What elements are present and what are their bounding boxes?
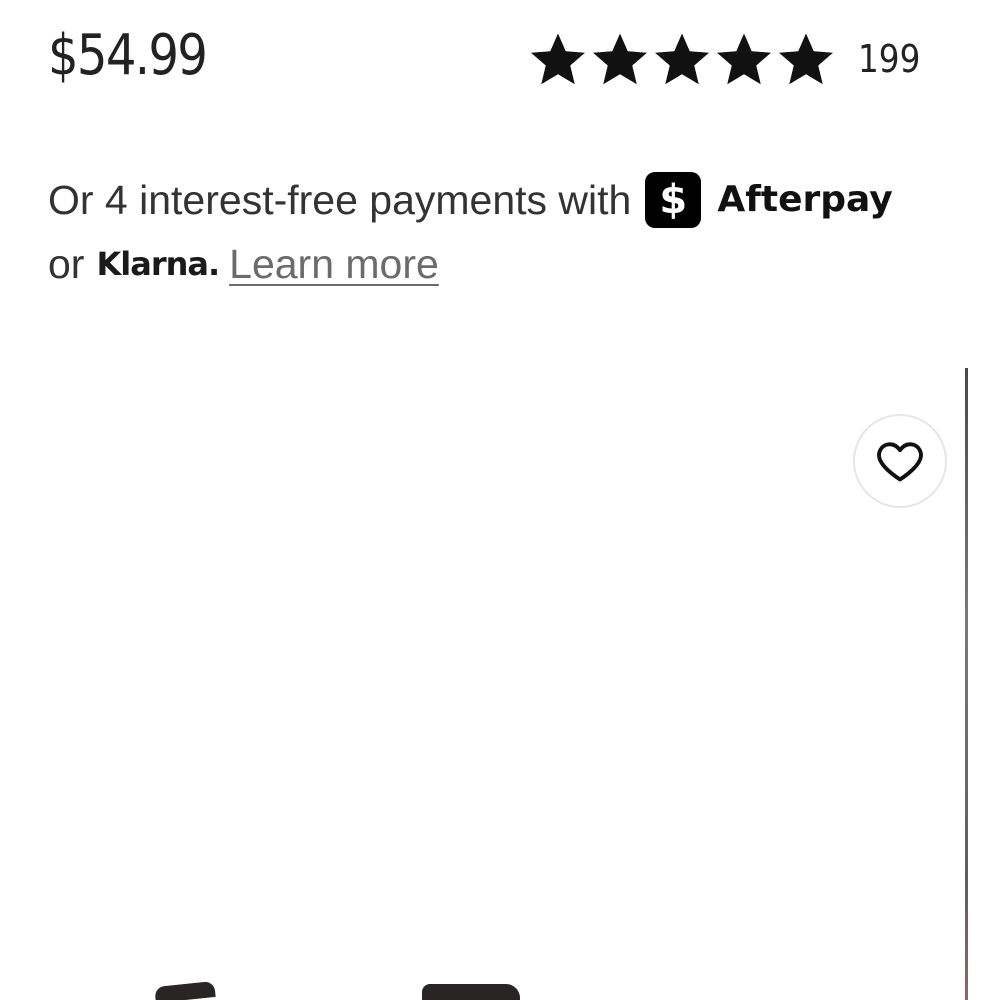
heart-icon bbox=[877, 442, 923, 482]
star-icon bbox=[655, 33, 709, 85]
afterpay-wordmark: Afterpay bbox=[717, 179, 893, 220]
klarna-logo: Klarna. bbox=[96, 245, 220, 283]
product-price: $54.99 bbox=[48, 23, 208, 88]
installment-line-1: Or 4 interest-free payments with $ After… bbox=[48, 168, 948, 232]
afterpay-logo: $ Afterpay bbox=[645, 168, 893, 232]
product-image-gallery[interactable] bbox=[0, 360, 966, 1000]
star-icon bbox=[531, 33, 585, 85]
star-icon bbox=[717, 33, 771, 85]
gallery-next-image-edge bbox=[965, 368, 968, 1000]
installment-text: Or 4 interest-free payments with bbox=[48, 177, 632, 223]
product-details-page: $54.99 199 Or 4 interest-free payments w… bbox=[0, 0, 1000, 1000]
learn-more-link[interactable]: Learn more bbox=[229, 232, 439, 296]
or-text: or bbox=[48, 241, 85, 287]
rating-stars bbox=[528, 29, 836, 89]
installment-line-2: or Klarna. Learn more bbox=[48, 232, 948, 296]
afterpay-badge-icon: $ bbox=[645, 172, 702, 228]
star-icon bbox=[593, 33, 647, 85]
product-rating[interactable]: 199 bbox=[528, 24, 931, 94]
review-count[interactable]: 199 bbox=[858, 37, 920, 81]
add-to-wishlist-button[interactable] bbox=[853, 414, 947, 508]
installment-payments-info: Or 4 interest-free payments with $ After… bbox=[48, 168, 948, 296]
product-image-shoe-right bbox=[422, 984, 520, 1000]
star-icon bbox=[779, 33, 833, 85]
